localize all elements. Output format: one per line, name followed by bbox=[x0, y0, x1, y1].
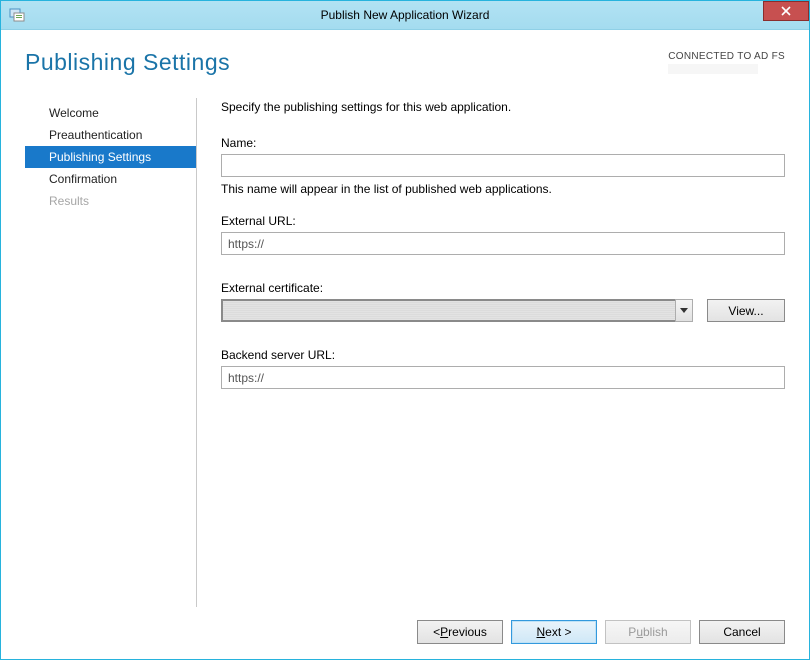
form-content: Specify the publishing settings for this… bbox=[197, 98, 785, 607]
window-title: Publish New Application Wizard bbox=[1, 8, 809, 22]
wizard-window: Publish New Application Wizard Publishin… bbox=[0, 0, 810, 660]
titlebar: Publish New Application Wizard bbox=[1, 1, 809, 30]
previous-button[interactable]: < Previous bbox=[417, 620, 503, 644]
connection-server-name bbox=[668, 64, 758, 74]
name-label: Name: bbox=[221, 136, 785, 150]
next-button[interactable]: Next > bbox=[511, 620, 597, 644]
certificate-block: External certificate: View... bbox=[221, 281, 785, 322]
certificate-select[interactable] bbox=[221, 299, 693, 322]
external-url-block: External URL: bbox=[221, 214, 785, 255]
close-button[interactable] bbox=[763, 1, 809, 21]
nav-step-publishing-settings[interactable]: Publishing Settings bbox=[25, 146, 196, 168]
name-helper: This name will appear in the list of pub… bbox=[221, 182, 785, 196]
name-block: Name: This name will appear in the list … bbox=[221, 136, 785, 196]
close-icon bbox=[781, 5, 791, 18]
backend-url-input[interactable] bbox=[221, 366, 785, 389]
cancel-button[interactable]: Cancel bbox=[699, 620, 785, 644]
backend-url-block: Backend server URL: bbox=[221, 348, 785, 389]
header-row: Publishing Settings CONNECTED TO AD FS bbox=[25, 49, 785, 76]
wizard-footer: < Previous Next > Publish Cancel bbox=[1, 607, 809, 659]
chevron-down-icon[interactable] bbox=[675, 299, 693, 322]
external-url-label: External URL: bbox=[221, 214, 785, 228]
connection-status: CONNECTED TO AD FS bbox=[668, 49, 785, 74]
connection-status-text: CONNECTED TO AD FS bbox=[668, 51, 785, 62]
app-icon bbox=[9, 7, 25, 23]
nav-step-results: Results bbox=[25, 190, 196, 212]
external-url-input[interactable] bbox=[221, 232, 785, 255]
form-description: Specify the publishing settings for this… bbox=[221, 100, 785, 114]
nav-step-confirmation[interactable]: Confirmation bbox=[25, 168, 196, 190]
wizard-body: Publishing Settings CONNECTED TO AD FS W… bbox=[1, 30, 809, 607]
publish-button: Publish bbox=[605, 620, 691, 644]
name-input[interactable] bbox=[221, 154, 785, 177]
certificate-label: External certificate: bbox=[221, 281, 785, 295]
wizard-steps-nav: Welcome Preauthentication Publishing Set… bbox=[25, 98, 197, 607]
page-title: Publishing Settings bbox=[25, 49, 230, 76]
nav-step-welcome[interactable]: Welcome bbox=[25, 102, 196, 124]
view-certificate-button[interactable]: View... bbox=[707, 299, 785, 322]
backend-url-label: Backend server URL: bbox=[221, 348, 785, 362]
columns: Welcome Preauthentication Publishing Set… bbox=[25, 98, 785, 607]
nav-step-preauthentication[interactable]: Preauthentication bbox=[25, 124, 196, 146]
